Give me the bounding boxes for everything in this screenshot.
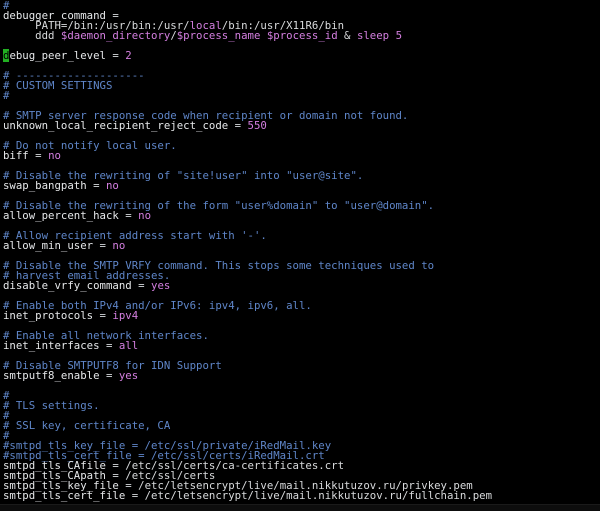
config-value: all [118,339,139,352]
editor-line[interactable]: # TLS settings. [3,399,600,412]
editor-line[interactable]: inet_protocols = ipv4 [3,309,600,322]
config-text: & [337,29,357,42]
config-key: disable_vrfy_command [3,279,132,292]
editor-line[interactable]: allow_percent_hack = no [3,209,600,222]
config-keyword: sleep [356,29,390,42]
comment-text: # [3,89,10,102]
editor-line[interactable]: disable_vrfy_command = yes [3,279,600,292]
config-equals: = [99,339,119,352]
config-variable: $process_id [266,29,338,42]
config-key: ebug_peer_level [9,49,106,62]
config-key: inet_protocols [3,309,94,322]
editor-line[interactable]: smtpd_tls_cert_file = /etc/letsencrypt/l… [3,489,600,502]
config-value: no [48,149,61,162]
terminal-editor[interactable]: # debugger_command = PATH=/bin:/usr/bin:/… [0,0,600,511]
editor-line[interactable]: swap_bangpath = no [3,179,600,192]
editor-line[interactable]: smtputf8_enable = yes [3,369,600,382]
config-key: allow_min_user [3,239,94,252]
config-text: ddd [3,29,61,42]
window-bottom-border [0,504,600,511]
config-value: ipv4 [112,309,139,322]
editor-line[interactable]: inet_interfaces = all [3,339,600,352]
comment-text: # CUSTOM SETTINGS [3,79,113,92]
editor-line[interactable]: # [3,89,600,102]
config-value: 5 [395,29,402,42]
config-key: inet_interfaces [3,339,100,352]
config-value: 2 [125,49,132,62]
config-equals: = [118,209,139,222]
editor-line[interactable]: # SSL key, certificate, CA [3,419,600,432]
config-key: smtpd_tls_cert_file [3,489,126,502]
editor-line[interactable]: biff = no [3,149,600,162]
config-key: unknown_local_recipient_reject_code [3,119,229,132]
config-equals: = [99,369,119,382]
config-value: no [105,179,119,192]
config-key: swap_bangpath [3,179,87,192]
editor-line[interactable]: # CUSTOM SETTINGS [3,79,600,92]
comment-text: # TLS settings. [3,399,100,412]
editor-line[interactable]: debug_peer_level = 2 [3,49,600,62]
editor-line[interactable] [3,381,600,391]
config-equals: = [93,309,113,322]
config-equals: = [105,49,126,62]
editor-line[interactable]: # Do not notify local user. [3,140,600,151]
comment-text: # SSL key, certificate, CA [3,419,171,432]
config-variable: $daemon_directory [60,29,171,42]
config-value: 550 [247,119,267,132]
config-equals: = [228,119,248,132]
config-value: no [138,209,152,222]
config-key: biff [3,149,29,162]
editor-line[interactable]: unknown_local_recipient_reject_code = 55… [3,119,600,132]
config-key: smtputf8_enable [3,369,100,382]
config-equals: = [93,239,113,252]
config-path-value: /etc/letsencrypt/live/mail.nikkutuzov.ru… [144,489,493,502]
config-equals: = [86,179,106,192]
config-value: yes [151,279,171,292]
config-equals: = [125,489,145,502]
config-equals: = [131,279,152,292]
editor-line[interactable]: allow_min_user = no [3,239,600,252]
config-equals: = [28,149,49,162]
config-variable: $process_name [176,29,261,42]
editor-line[interactable]: ddd $daemon_directory/$process_name $pro… [3,29,600,42]
config-value: yes [118,369,139,382]
config-key: allow_percent_hack [3,209,119,222]
config-value: no [112,239,126,252]
